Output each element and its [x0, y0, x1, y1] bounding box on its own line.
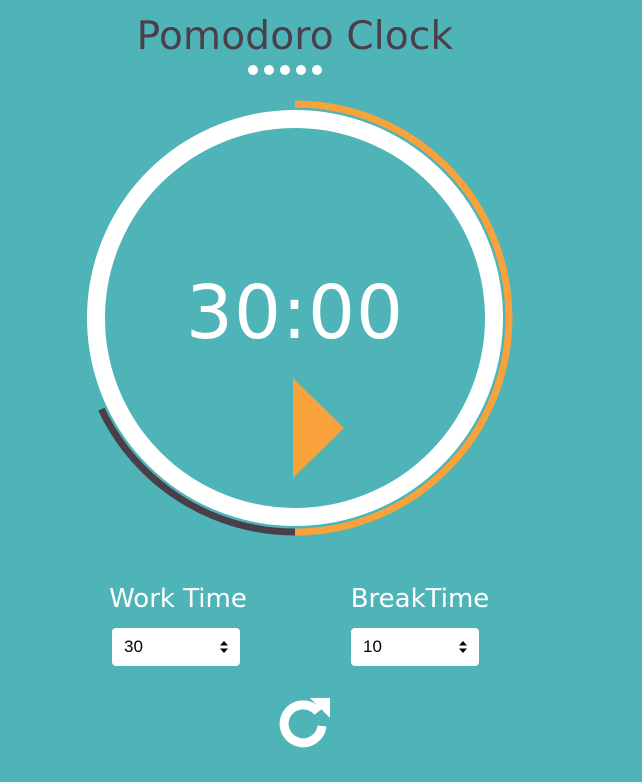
session-dot [296, 65, 306, 75]
work-time-select[interactable]: 30 [112, 628, 240, 666]
play-icon [293, 378, 344, 478]
reset-button[interactable] [274, 694, 332, 752]
session-dot [248, 65, 258, 75]
session-dot [312, 65, 322, 75]
session-dot [264, 65, 274, 75]
work-time-value: 30 [124, 637, 143, 656]
session-dot [280, 65, 290, 75]
updown-stepper-icon [220, 641, 228, 653]
session-dots [248, 65, 322, 75]
reset-icon [279, 698, 330, 748]
page-title: Pomodoro Clock [136, 14, 454, 59]
break-time-select[interactable]: 10 [351, 628, 479, 666]
break-time-value: 10 [363, 637, 382, 656]
play-button[interactable] [293, 378, 347, 478]
break-time-label: BreakTime [350, 584, 490, 614]
pomodoro-app: Pomodoro Clock 30:00 Work Time BreakTime… [0, 0, 642, 782]
timer-display: 30:00 [185, 270, 405, 356]
work-time-label: Work Time [109, 584, 247, 614]
updown-stepper-icon [459, 641, 467, 653]
